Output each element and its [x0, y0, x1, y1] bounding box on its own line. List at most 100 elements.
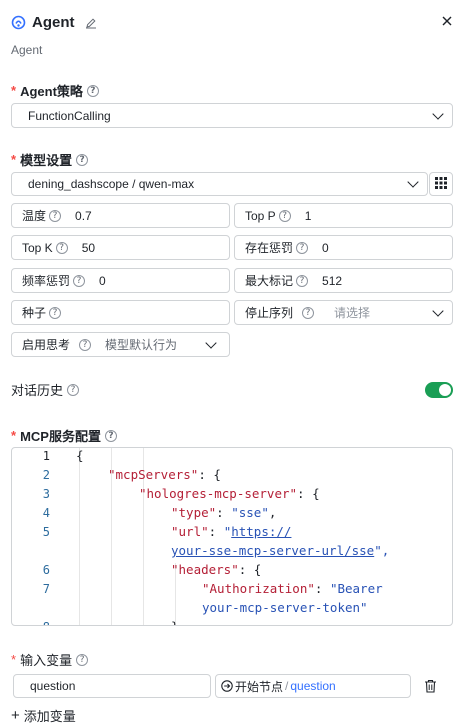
strategy-label: Agent策略: [20, 84, 83, 99]
chevron-down-icon: [432, 107, 444, 120]
model-label: 模型设置: [20, 153, 73, 168]
line-number-gutter: 1 2 3 4 5 6 7 8: [12, 448, 62, 625]
presence-penalty-field[interactable]: 存在惩罚? 0: [234, 235, 453, 260]
top-p-field[interactable]: Top P? 1: [234, 203, 453, 228]
mcp-code-editor[interactable]: 1 2 3 4 5 6 7 8 { "mcpServers": { "holog…: [11, 447, 453, 626]
max-tokens-value: 512: [322, 273, 343, 288]
code-line: "headers": {: [171, 562, 262, 577]
plus-icon: +: [11, 706, 20, 724]
code-line: your-mcp-server-token": [202, 600, 368, 615]
arrow-right-circle-icon: [221, 680, 233, 692]
model-section-title: * 模型设置 ?: [11, 150, 89, 169]
url-link: your-sse-mcp-server-url/sse: [171, 543, 375, 558]
line-number: 2: [42, 468, 50, 482]
strategy-value: FunctionCalling: [28, 108, 111, 123]
help-icon[interactable]: ?: [296, 274, 309, 287]
model-value: dening_dashscope / qwen-max: [28, 177, 195, 191]
frequency-penalty-label: 频率惩罚: [22, 274, 71, 288]
close-icon[interactable]: [440, 14, 454, 28]
chevron-down-icon: [407, 176, 419, 188]
stop-sequence-select[interactable]: 停止序列? 请选择: [234, 300, 453, 325]
page-title: Agent: [32, 14, 75, 31]
code-line: "type": "sse",: [171, 505, 277, 520]
temperature-field[interactable]: 温度? 0.7: [11, 203, 230, 228]
required-mark: *: [11, 428, 17, 443]
thinking-value: 模型默认行为: [105, 338, 178, 352]
agent-icon: [11, 15, 26, 30]
url-link: https://: [231, 524, 292, 539]
inputs-section-title: * 输入变量 ?: [11, 650, 89, 669]
model-select[interactable]: dening_dashscope / qwen-max: [11, 172, 428, 196]
line-number: 4: [42, 506, 50, 520]
seed-field[interactable]: 种子?: [11, 300, 230, 325]
stop-sequence-label: 停止序列: [245, 306, 294, 320]
edit-icon[interactable]: [85, 17, 97, 29]
top-k-label: Top K: [22, 240, 53, 255]
line-number: 5: [42, 525, 50, 539]
max-tokens-label: 最大标记: [245, 274, 294, 288]
help-icon[interactable]: ?: [79, 338, 92, 351]
thinking-label: 启用思考: [22, 338, 71, 352]
add-variable-label: 添加变量: [23, 709, 76, 724]
model-grid-button[interactable]: [429, 172, 453, 196]
stop-sequence-placeholder: 请选择: [334, 306, 371, 320]
frequency-penalty-field[interactable]: 频率惩罚? 0: [11, 268, 230, 293]
add-variable-button[interactable]: + 添加变量: [11, 706, 76, 725]
code-line: your-sse-mcp-server-url/sse",: [171, 543, 390, 558]
help-icon[interactable]: ?: [55, 241, 68, 254]
help-icon[interactable]: ?: [49, 306, 62, 319]
source-variable-label: question: [290, 679, 336, 693]
top-k-value: 50: [81, 240, 96, 255]
page-subtitle: Agent: [11, 43, 43, 57]
code-line: "Authorization": "Bearer: [202, 581, 383, 596]
required-mark: *: [11, 152, 17, 167]
code-line: "hologres-mcp-server": {: [139, 486, 320, 501]
strategy-section-title: * Agent策略 ?: [11, 81, 99, 100]
variable-name-input[interactable]: question: [13, 674, 211, 698]
frequency-penalty-value: 0: [99, 273, 106, 288]
help-icon[interactable]: ?: [278, 209, 291, 222]
line-number: 7: [42, 582, 50, 596]
thinking-select[interactable]: 启用思考? 模型默认行为: [11, 332, 230, 357]
presence-penalty-label: 存在惩罚: [245, 241, 294, 255]
trash-icon[interactable]: [424, 679, 437, 693]
code-line: {: [76, 448, 84, 463]
help-icon[interactable]: ?: [296, 241, 309, 254]
required-mark: *: [11, 652, 17, 667]
top-k-field[interactable]: Top K? 50: [11, 235, 230, 260]
code-line: }: [171, 619, 179, 625]
code-line: "url": "https://: [171, 524, 292, 539]
history-row: 对话历史 ?: [11, 380, 80, 399]
history-toggle[interactable]: [425, 382, 453, 398]
top-p-value: 1: [304, 208, 312, 223]
code-line: "mcpServers": {: [108, 467, 221, 482]
header-bar: Agent: [11, 14, 97, 31]
help-icon[interactable]: ?: [67, 383, 80, 396]
line-number: 8: [12, 620, 50, 625]
max-tokens-field[interactable]: 最大标记? 512: [234, 268, 453, 293]
variable-source-select[interactable]: 开始节点 / question: [215, 674, 411, 698]
grid-icon: [435, 176, 447, 192]
help-icon[interactable]: ?: [76, 153, 89, 166]
variable-name-value: question: [30, 679, 76, 693]
help-icon[interactable]: ?: [76, 653, 89, 666]
mcp-label: MCP服务配置: [20, 429, 101, 444]
help-icon[interactable]: ?: [86, 84, 99, 97]
strategy-select[interactable]: FunctionCalling: [11, 103, 453, 128]
temperature-label: 温度: [22, 209, 47, 223]
source-node-label: 开始节点: [235, 679, 284, 694]
required-mark: *: [11, 83, 17, 98]
inputs-label: 输入变量: [20, 653, 73, 668]
chevron-down-icon: [432, 304, 444, 317]
history-label: 对话历史: [11, 383, 64, 398]
indent-guide: [79, 448, 80, 625]
line-number: 3: [42, 487, 50, 501]
help-icon[interactable]: ?: [73, 274, 86, 287]
chevron-down-icon: [205, 336, 217, 349]
line-number: 6: [42, 563, 50, 577]
top-p-label: Top P: [245, 208, 276, 223]
help-icon[interactable]: ?: [104, 429, 117, 442]
help-icon[interactable]: ?: [49, 209, 62, 222]
line-number: 1: [42, 449, 50, 463]
help-icon[interactable]: ?: [302, 306, 315, 319]
